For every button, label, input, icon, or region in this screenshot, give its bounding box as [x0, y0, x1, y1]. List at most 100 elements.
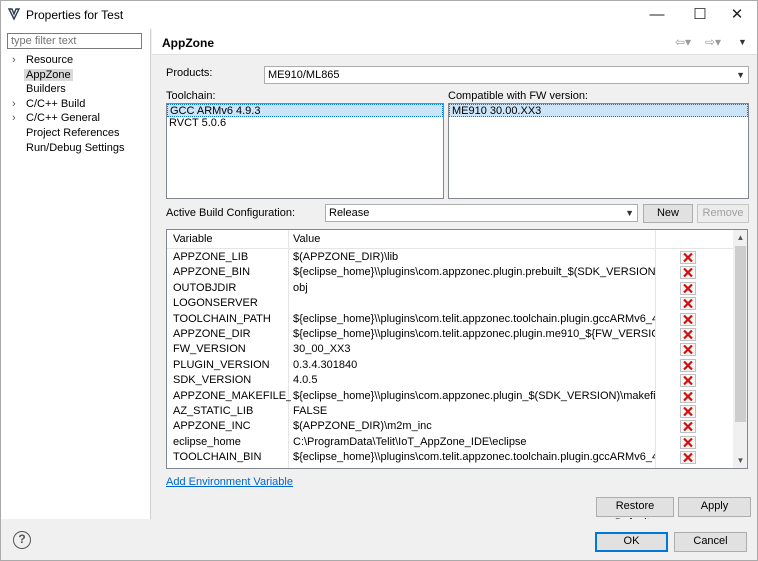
vertical-scrollbar[interactable]: ▲ ▼	[733, 230, 747, 468]
value-cell[interactable]: ${eclipse_home}\\plugins\com.telit.appzo…	[293, 451, 655, 463]
column-header-variable: Variable	[173, 233, 213, 245]
delete-icon[interactable]	[680, 343, 696, 357]
value-cell[interactable]: ${eclipse_home}\\plugins\com.telit.appzo…	[293, 328, 655, 340]
products-combo[interactable]: ME910/ML865 ▼	[264, 66, 749, 84]
tree-item[interactable]: › C/C++ General	[1, 111, 151, 126]
delete-icon[interactable]	[680, 374, 696, 388]
help-icon[interactable]: ?	[13, 531, 31, 549]
delete-icon[interactable]	[680, 435, 696, 449]
toolchain-list[interactable]: GCC ARMv6 4.9.3 RVCT 5.0.6	[166, 103, 444, 199]
value-cell[interactable]: 4.0.5	[293, 374, 655, 386]
property-tree: › Resource AppZone Builders › C/C++ Build › C/C…	[1, 53, 151, 155]
fw-version-list[interactable]: ME910 30.00.XX3	[448, 103, 749, 199]
apply-button[interactable]: Apply	[678, 497, 751, 517]
env-variable-table: Variable Value APPZONE_LIB $(APPZONE_DIR)…	[166, 229, 748, 469]
variable-cell: PLUGIN_VERSION	[173, 358, 270, 371]
table-row[interactable]: TOOLCHAIN_BIN ${eclipse_home}\\plugins\co…	[167, 450, 733, 465]
filter-input[interactable]	[7, 33, 142, 49]
navigation-pane: › Resource AppZone Builders › C/C++ Build › C/C…	[1, 29, 151, 519]
tree-item[interactable]: Builders	[1, 82, 151, 97]
delete-icon[interactable]	[680, 420, 696, 434]
chevron-right-icon[interactable]: ›	[12, 97, 22, 112]
table-row[interactable]: AZ_STATIC_LIB FALSE	[167, 404, 733, 419]
variable-cell: APPZONE_LIB	[173, 251, 249, 263]
scroll-down-icon[interactable]: ▼	[733, 453, 747, 468]
cancel-button[interactable]: Cancel	[674, 532, 747, 552]
scroll-thumb[interactable]	[735, 246, 746, 422]
page-title: AppZone	[162, 36, 214, 50]
value-cell[interactable]: $(APPZONE_DIR)\m2m_inc	[293, 420, 655, 432]
restore-defaults-button[interactable]: Restore Defaults	[596, 497, 674, 529]
delete-icon[interactable]	[680, 266, 696, 280]
tree-item[interactable]: › Resource	[1, 53, 151, 68]
tree-item-label: Run/Debug Settings	[26, 141, 125, 154]
table-row[interactable]: APPZONE_LIB $(APPZONE_DIR)\lib	[167, 250, 733, 265]
delete-icon[interactable]	[680, 251, 696, 264]
table-row[interactable]: OUTOBJDIR obj	[167, 281, 733, 296]
remove-config-button[interactable]: Remove	[697, 204, 749, 223]
view-menu-icon[interactable]: ▼	[738, 33, 747, 51]
tree-item[interactable]: AppZone	[1, 68, 151, 83]
ok-button[interactable]: OK	[595, 532, 668, 552]
new-config-button[interactable]: New	[643, 204, 693, 223]
add-environment-variable-link[interactable]: Add Environment Variable	[166, 476, 293, 488]
delete-icon[interactable]	[680, 405, 696, 418]
delete-icon[interactable]	[680, 358, 696, 372]
list-item[interactable]: RVCT 5.0.6	[167, 117, 443, 130]
table-row[interactable]: TOOLCHAIN_PATH ${eclipse_home}\\plugins\c…	[167, 312, 733, 327]
tree-item[interactable]: Project References	[1, 126, 151, 141]
table-row[interactable]: APPZONE_BIN ${eclipse_home}\\plugins\com.…	[167, 265, 733, 280]
tree-item-label: C/C++ Build	[26, 97, 86, 110]
variable-cell: AZ_STATIC_LIB	[173, 405, 254, 417]
value-cell[interactable]: ${eclipse_home}\\plugins\com.appzonec.pl…	[293, 266, 655, 278]
page-header: AppZone ⇦▾ ⇨▾ ▼	[152, 29, 757, 55]
delete-icon[interactable]	[680, 281, 696, 295]
value-cell[interactable]: FALSE	[293, 405, 655, 417]
table-row[interactable]: FW_VERSION 30_00_XX3	[167, 342, 733, 357]
value-cell[interactable]: obj	[293, 282, 655, 294]
forward-arrow-icon[interactable]: ⇨▾	[705, 33, 721, 51]
build-config-combo[interactable]: Release ▼	[325, 204, 638, 222]
table-row[interactable]: APPZONE_DIR ${eclipse_home}\\plugins\com.…	[167, 327, 733, 342]
delete-icon[interactable]	[680, 389, 696, 403]
tree-item-label: Project References	[26, 126, 120, 139]
delete-icon[interactable]	[680, 312, 696, 326]
chevron-right-icon[interactable]: ›	[12, 53, 22, 68]
close-button[interactable]: ✕	[717, 1, 757, 29]
title-bar: Properties for Test — ☐ ✕	[1, 1, 757, 29]
delete-icon[interactable]	[680, 451, 696, 465]
list-item[interactable]: GCC ARMv6 4.9.3	[167, 104, 443, 117]
value-cell[interactable]: 30_00_XX3	[293, 343, 655, 355]
products-label: Products:	[166, 67, 213, 79]
table-row[interactable]: APPZONE_MAKEFILE_COM${eclipse_home}\\plu…	[167, 389, 733, 404]
delete-icon[interactable]	[680, 297, 696, 311]
value-cell[interactable]: C:\ProgramData\Telit\IoT_AppZone_IDE\ecl…	[293, 436, 655, 448]
table-row[interactable]: SDK_VERSION 4.0.5	[167, 373, 733, 388]
table-row[interactable]: PLUGIN_VERSION 0.3.4.301840	[167, 358, 733, 373]
value-cell[interactable]: 0.3.4.301840	[293, 359, 655, 371]
value-cell[interactable]: ${eclipse_home}\\plugins\com.telit.appzo…	[293, 313, 655, 325]
value-cell[interactable]: $(APPZONE_DIR)\lib	[293, 251, 655, 263]
scroll-up-icon[interactable]: ▲	[733, 230, 747, 245]
list-item[interactable]: ME910 30.00.XX3	[449, 104, 748, 117]
eclipse-app-icon	[7, 8, 21, 21]
table-row[interactable]: eclipse_home C:\ProgramData\Telit\IoT_App…	[167, 435, 733, 450]
minimize-button[interactable]: —	[637, 1, 677, 29]
column-header-value: Value	[293, 233, 321, 245]
table-row[interactable]: APPZONE_INC $(APPZONE_DIR)\m2m_inc	[167, 419, 733, 434]
variable-cell: APPZONE_INC	[173, 420, 251, 433]
dialog-button-bar: ? OK Cancel	[1, 519, 757, 560]
table-row[interactable]: LOGONSERVER	[167, 296, 733, 311]
delete-icon[interactable]	[680, 328, 696, 341]
value-cell[interactable]: ${eclipse_home}\\plugins\com.appzonec.pl…	[293, 390, 655, 402]
fw-version-label: Compatible with FW version:	[448, 90, 588, 102]
tree-item[interactable]: › C/C++ Build	[1, 97, 151, 112]
maximize-button[interactable]: ☐	[680, 1, 720, 29]
tree-item[interactable]: Run/Debug Settings	[1, 141, 151, 156]
chevron-right-icon[interactable]: ›	[12, 111, 22, 126]
back-arrow-icon[interactable]: ⇦▾	[675, 33, 691, 51]
variable-cell: APPZONE_BIN	[173, 266, 251, 279]
variable-cell: TOOLCHAIN_PATH	[173, 312, 271, 325]
build-config-value: Release	[329, 207, 370, 219]
products-value: ME910/ML865	[268, 69, 340, 81]
